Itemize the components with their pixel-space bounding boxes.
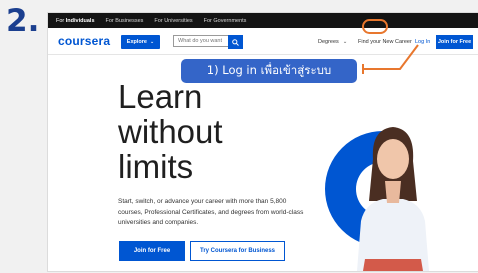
login-highlight-ring — [362, 19, 388, 34]
person-face — [377, 139, 409, 179]
search-button[interactable] — [228, 35, 243, 49]
topbar-link-individuals-prefix: For — [56, 17, 66, 24]
main-navbar: coursera Explore ⌄ Degrees⌄ Find your Ne… — [48, 28, 478, 55]
topbar-link-individuals-bold: Individuals — [65, 17, 95, 24]
degrees-menu[interactable]: Degrees ⌄ — [318, 39, 347, 45]
login-link[interactable]: Log In — [415, 39, 430, 45]
hero-subtitle: Start, switch, or advance your career wi… — [118, 198, 304, 226]
hero-person-image — [325, 127, 429, 271]
topbar-link-individuals[interactable]: For Individuals — [56, 18, 95, 24]
hero-title-line: limits — [118, 148, 194, 185]
degrees-label: Degrees — [318, 39, 339, 45]
topbar-link-universities[interactable]: For Universities — [154, 18, 192, 24]
topbar-link-governments[interactable]: For Governments — [204, 18, 247, 24]
coursera-logo[interactable]: coursera — [58, 34, 110, 48]
join-for-free-button[interactable]: Join for Free — [119, 241, 185, 261]
find-career-link[interactable]: Find your New Career — [358, 39, 412, 45]
try-business-button[interactable]: Try Coursera for Business — [190, 241, 285, 261]
chevron-down-icon: ⌄ — [342, 39, 348, 45]
search-input[interactable] — [173, 35, 228, 47]
topbar-link-businesses[interactable]: For Businesses — [106, 18, 144, 24]
explore-button[interactable]: Explore ⌄ — [121, 35, 160, 49]
search-icon — [232, 38, 239, 46]
step-number: 2. — [6, 3, 40, 39]
browser-screenshot: For Individuals For Businesses For Unive… — [47, 12, 478, 272]
chevron-down-icon: ⌄ — [149, 39, 155, 45]
person-skirt — [363, 259, 423, 271]
hero-title: Learn without limits — [118, 79, 223, 184]
join-for-free-nav-button[interactable]: Join for Free — [436, 35, 473, 49]
explore-label: Explore — [126, 39, 147, 45]
person-neck — [385, 181, 401, 203]
audience-topbar: For Individuals For Businesses For Unive… — [48, 13, 478, 28]
hero-title-line: Learn — [118, 78, 203, 115]
hero-title-line: without — [118, 113, 223, 150]
annotation-label: 1) Log in เพื่อเข้าสู่ระบบ — [181, 59, 357, 83]
